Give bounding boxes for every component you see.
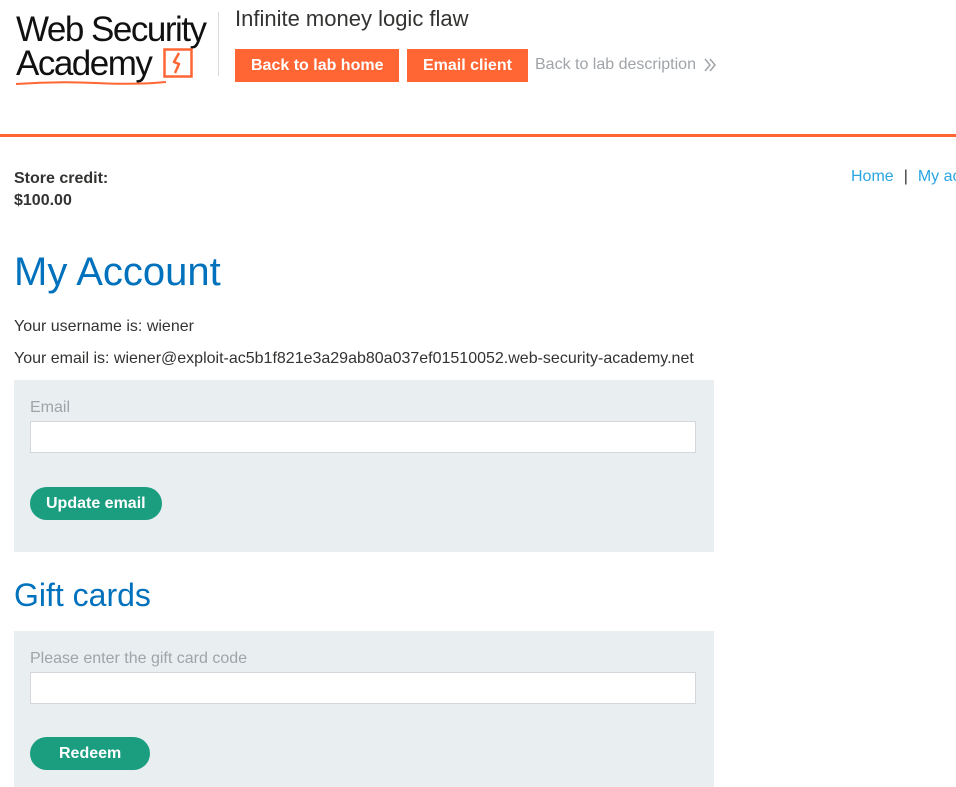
- gift-card-code-label: Please enter the gift card code: [30, 650, 248, 667]
- email-label: Email: [30, 399, 71, 416]
- update-email-form: Email Update email: [14, 380, 714, 552]
- back-to-lab-description-link[interactable]: Back to lab description: [535, 56, 696, 74]
- email-input[interactable]: [30, 421, 696, 453]
- nav-separator: |: [903, 168, 908, 185]
- web-security-academy-logo[interactable]: Web Security Academy: [16, 10, 216, 86]
- email-client-button[interactable]: Email client: [407, 49, 528, 82]
- double-chevron-right-icon[interactable]: [703, 56, 717, 74]
- top-navigation: Home | My account: [851, 168, 956, 186]
- gift-card-form: Please enter the gift card code Redeem: [14, 631, 714, 787]
- email-text: Your email is: wiener@exploit-ac5b1f821e…: [14, 350, 694, 367]
- gift-card-code-input[interactable]: [30, 672, 696, 704]
- username-text: Your username is: wiener: [14, 318, 194, 335]
- gift-cards-heading: Gift cards: [14, 577, 151, 613]
- logo-underline-icon: [16, 81, 166, 85]
- logo-text-line1: Web Security: [16, 10, 207, 49]
- lab-header: Web Security Academy Infinite money logi…: [0, 0, 956, 137]
- header-divider: [218, 12, 219, 76]
- lab-title: Infinite money logic flaw: [235, 6, 469, 31]
- store-credit: Store credit: $100.00: [14, 168, 108, 212]
- store-credit-label: Store credit:: [14, 170, 109, 187]
- update-email-button[interactable]: Update email: [30, 487, 162, 520]
- redeem-button[interactable]: Redeem: [30, 737, 151, 770]
- back-to-lab-home-button[interactable]: Back to lab home: [235, 49, 400, 82]
- nav-my-account-link[interactable]: My account: [918, 168, 956, 185]
- page-title: My Account: [14, 250, 221, 294]
- store-credit-value: $100.00: [14, 192, 72, 209]
- lightning-bolt-icon: [163, 48, 193, 78]
- logo-text-line2: Academy: [16, 44, 153, 83]
- nav-home-link[interactable]: Home: [851, 168, 894, 185]
